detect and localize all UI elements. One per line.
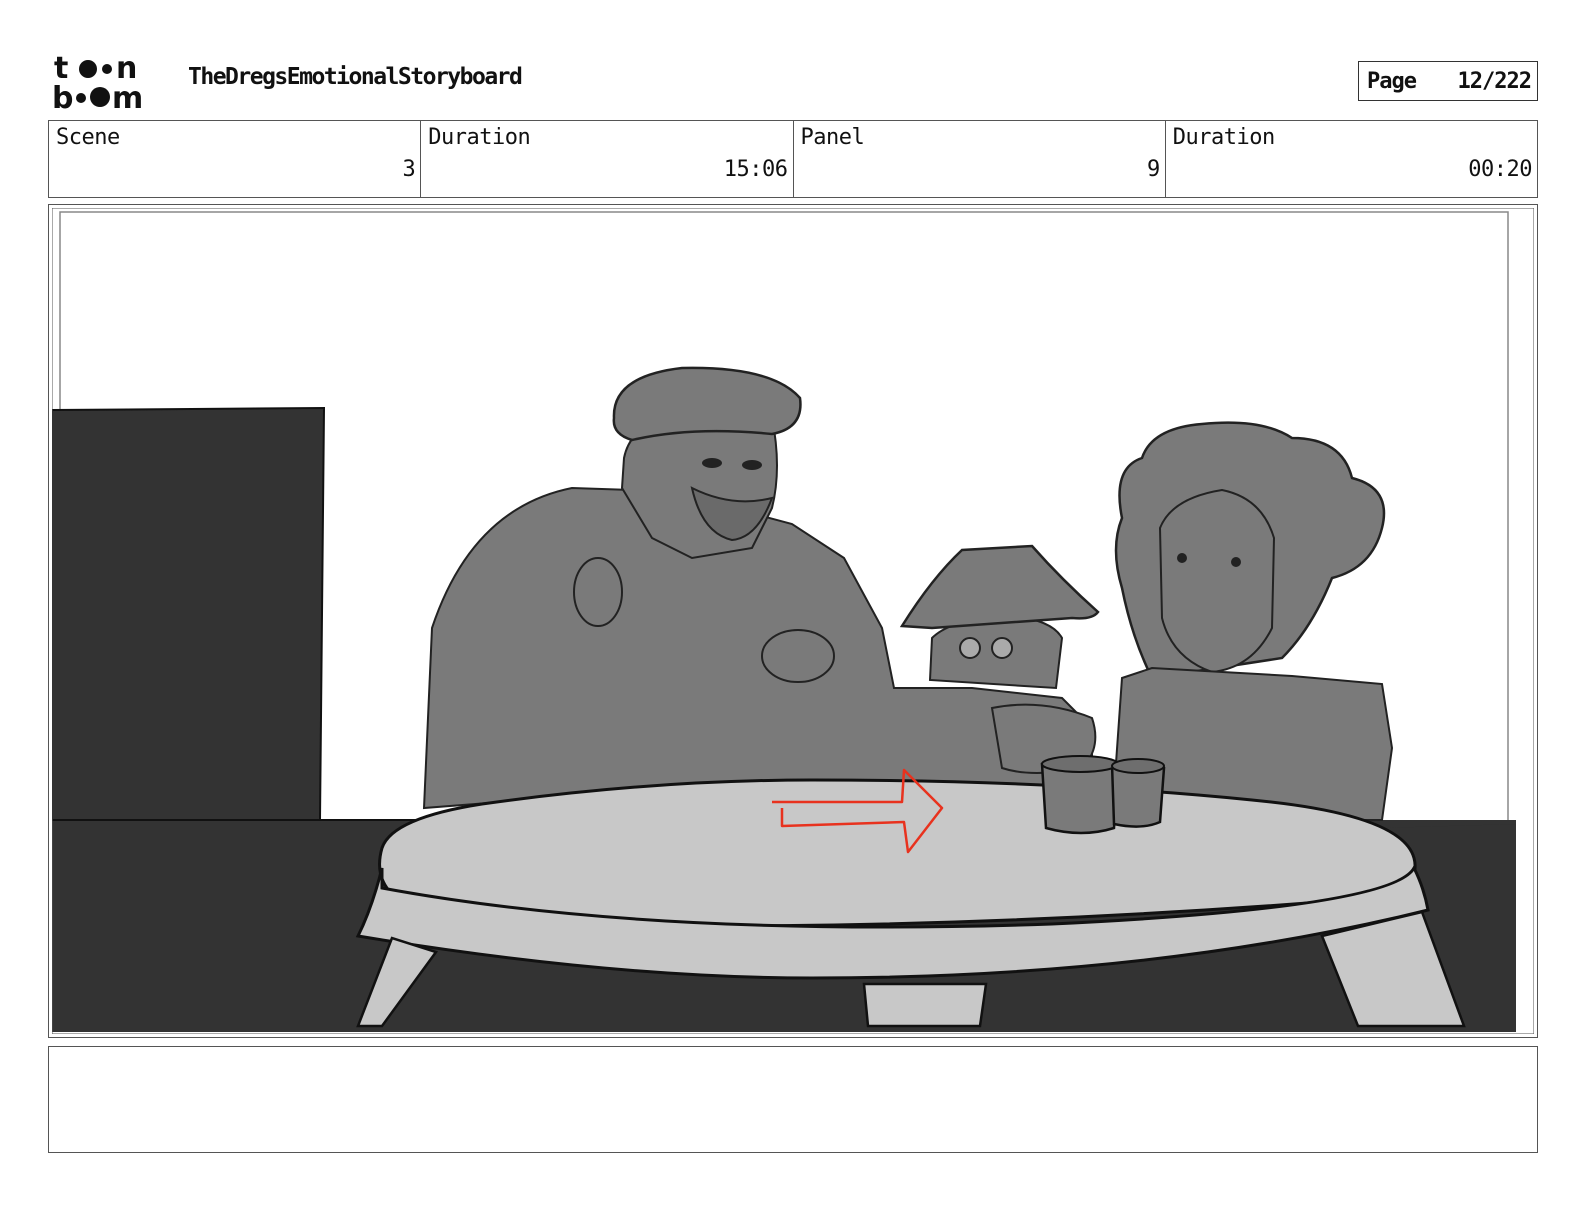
right-character-face bbox=[1158, 488, 1276, 674]
scene-duration-cell: Duration 15:06 bbox=[421, 121, 794, 197]
page-label: Page bbox=[1367, 68, 1417, 94]
storyboard-title: TheDregsEmotionalStoryboard bbox=[188, 64, 523, 90]
scene-duration-value: 15:06 bbox=[723, 157, 788, 182]
scene-info-row: Scene 3 Duration 15:06 Panel 9 Duration … bbox=[48, 120, 1538, 198]
panel-duration-cell: Duration 00:20 bbox=[1166, 121, 1537, 197]
svg-text:b: b bbox=[52, 81, 73, 110]
storyboard-panel-drawing bbox=[52, 208, 1534, 1034]
scene-duration-label: Duration bbox=[428, 125, 531, 150]
scene-value: 3 bbox=[402, 157, 416, 182]
panel-duration-value: 00:20 bbox=[1468, 157, 1532, 182]
page-indicator: Page 12/222 bbox=[1358, 61, 1538, 101]
scene-cell: Scene 3 bbox=[49, 121, 422, 197]
panel-duration-label: Duration bbox=[1172, 125, 1275, 150]
large-character-beret bbox=[612, 366, 802, 442]
table-leg-center bbox=[862, 982, 988, 1028]
panel-label: Panel bbox=[800, 125, 865, 150]
panel-cell: Panel 9 bbox=[794, 121, 1166, 197]
background-wall-left bbox=[52, 406, 326, 821]
toon-boom-logo: toon t n b m bbox=[52, 51, 164, 116]
page-number: 12/222 bbox=[1457, 68, 1532, 94]
panel-value: 9 bbox=[1147, 157, 1160, 182]
scene-label: Scene bbox=[56, 125, 120, 150]
panel-notes-box bbox=[48, 1046, 1538, 1153]
toon-boom-logo-graphic: toon t n b m bbox=[52, 51, 143, 116]
svg-text:m: m bbox=[112, 81, 143, 110]
